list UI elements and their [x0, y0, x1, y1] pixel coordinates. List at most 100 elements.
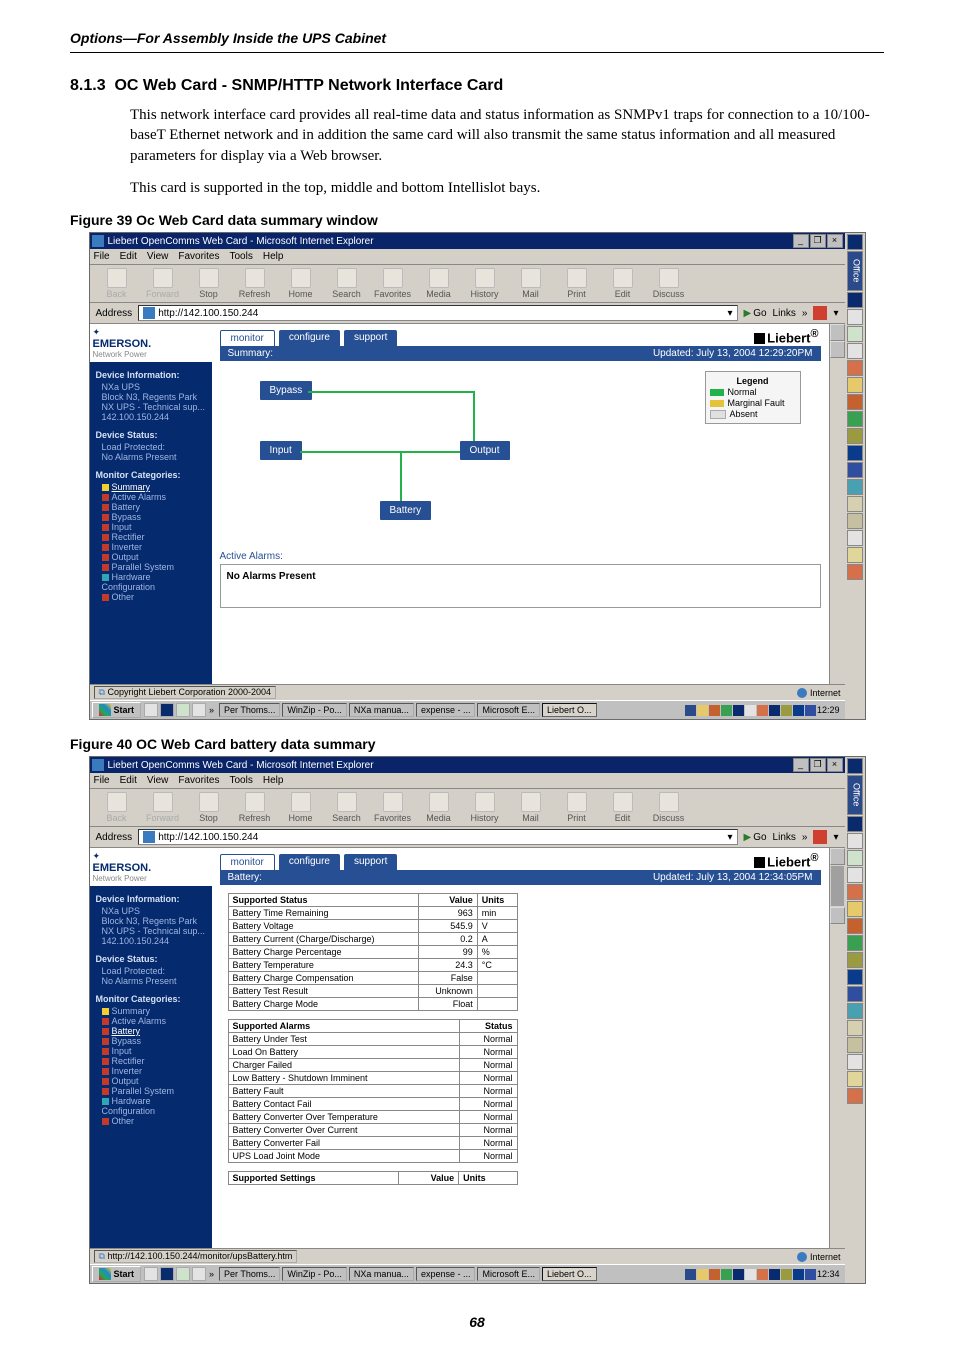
nav-line[interactable]: NX UPS - Technical sup... — [102, 926, 206, 936]
menubar[interactable]: File Edit View Favorites Tools Help — [90, 249, 845, 265]
office-shortcut-bar[interactable]: Office — [845, 757, 865, 1283]
menubar[interactable]: File Edit View Favorites Tools Help — [90, 773, 845, 789]
scrollbar[interactable] — [829, 848, 845, 1248]
block-battery[interactable]: Battery — [380, 501, 432, 520]
nav-line[interactable]: Load Protected: — [102, 442, 206, 452]
toolbar-history[interactable]: History — [464, 792, 506, 823]
tab-configure[interactable]: configure — [279, 330, 340, 346]
window-titlebar[interactable]: Liebert OpenComms Web Card - Microsoft I… — [90, 757, 845, 773]
go-button[interactable]: ▶Go — [744, 832, 767, 843]
toolbar-print[interactable]: Print — [556, 268, 598, 299]
system-tray[interactable]: 12:29 — [685, 705, 843, 716]
minimize-button[interactable]: _ — [793, 234, 809, 248]
maximize-button[interactable]: ❐ — [810, 234, 826, 248]
toolbar-discuss[interactable]: Discuss — [648, 268, 690, 299]
toolbar-edit[interactable]: Edit — [602, 268, 644, 299]
scroll-down[interactable] — [830, 341, 845, 358]
nav-line[interactable]: No Alarms Present — [102, 452, 206, 462]
toolbar-history[interactable]: History — [464, 268, 506, 299]
nav-item-bypass[interactable]: Bypass — [102, 1036, 206, 1046]
nav-item-other[interactable]: Other — [102, 1116, 206, 1126]
minimize-button[interactable]: _ — [793, 758, 809, 772]
links-label[interactable]: Links — [773, 832, 796, 843]
toolbar-refresh[interactable]: Refresh — [234, 268, 276, 299]
norton-icon[interactable] — [813, 830, 827, 844]
nav-item-parallel-system[interactable]: Parallel System — [102, 1086, 206, 1096]
menu-help[interactable]: Help — [263, 775, 284, 786]
nav-item-battery[interactable]: Battery — [102, 502, 206, 512]
nav-item-input[interactable]: Input — [102, 522, 206, 532]
toolbar-home[interactable]: Home — [280, 268, 322, 299]
nav-item-rectifier[interactable]: Rectifier — [102, 1056, 206, 1066]
toolbar-back[interactable]: Back — [96, 792, 138, 823]
toolbar-forward[interactable]: Forward — [142, 268, 184, 299]
menu-edit[interactable]: Edit — [120, 251, 137, 262]
task-item[interactable]: WinZip - Po... — [282, 1267, 347, 1281]
task-item[interactable]: Microsoft E... — [477, 703, 540, 717]
start-button[interactable]: Start — [92, 1266, 142, 1282]
toolbar-stop[interactable]: Stop — [188, 268, 230, 299]
menu-file[interactable]: File — [94, 775, 110, 786]
start-button[interactable]: Start — [92, 702, 142, 718]
nav-item-other[interactable]: Other — [102, 592, 206, 602]
toolbar-stop[interactable]: Stop — [188, 792, 230, 823]
nav-item-inverter[interactable]: Inverter — [102, 542, 206, 552]
nav-line[interactable]: NXa UPS — [102, 906, 206, 916]
norton-icon[interactable] — [813, 306, 827, 320]
menu-tools[interactable]: Tools — [229, 251, 252, 262]
toolbar-favorites[interactable]: Favorites — [372, 268, 414, 299]
maximize-button[interactable]: ❐ — [810, 758, 826, 772]
nav-item-output[interactable]: Output — [102, 552, 206, 562]
menu-tools[interactable]: Tools — [229, 775, 252, 786]
menu-help[interactable]: Help — [263, 251, 284, 262]
menu-view[interactable]: View — [147, 775, 169, 786]
nav-item-inverter[interactable]: Inverter — [102, 1066, 206, 1076]
scrollbar[interactable] — [829, 324, 845, 684]
nav-item-summary[interactable]: Summary — [102, 1006, 206, 1016]
nav-item-active-alarms[interactable]: Active Alarms — [102, 1016, 206, 1026]
nav-line[interactable]: No Alarms Present — [102, 976, 206, 986]
toolbar-refresh[interactable]: Refresh — [234, 792, 276, 823]
toolbar-search[interactable]: Search — [326, 268, 368, 299]
task-item[interactable]: Per Thoms... — [219, 1267, 280, 1281]
nav-item-summary[interactable]: Summary — [102, 482, 206, 492]
nav-item-active-alarms[interactable]: Active Alarms — [102, 492, 206, 502]
task-item[interactable]: Microsoft E... — [477, 1267, 540, 1281]
block-bypass[interactable]: Bypass — [260, 381, 313, 400]
nav-item-bypass[interactable]: Bypass — [102, 512, 206, 522]
toolbar-search[interactable]: Search — [326, 792, 368, 823]
system-tray[interactable]: 12:34 — [685, 1269, 843, 1280]
block-output[interactable]: Output — [460, 441, 510, 460]
tab-monitor[interactable]: monitor — [220, 330, 275, 346]
toolbar-mail[interactable]: Mail — [510, 268, 552, 299]
url-input[interactable]: http://142.100.150.244▾ — [138, 305, 737, 321]
task-item[interactable]: expense - ... — [416, 1267, 476, 1281]
toolbar-print[interactable]: Print — [556, 792, 598, 823]
task-item[interactable]: NXa manua... — [349, 1267, 414, 1281]
nav-line[interactable]: Block N3, Regents Park — [102, 392, 206, 402]
nav-item-input[interactable]: Input — [102, 1046, 206, 1056]
links-label[interactable]: Links — [773, 308, 796, 319]
nav-item-output[interactable]: Output — [102, 1076, 206, 1086]
close-button[interactable]: × — [827, 758, 843, 772]
menu-edit[interactable]: Edit — [120, 775, 137, 786]
task-item[interactable]: expense - ... — [416, 703, 476, 717]
tab-support[interactable]: support — [344, 330, 397, 346]
toolbar-home[interactable]: Home — [280, 792, 322, 823]
nav-line[interactable]: NXa UPS — [102, 382, 206, 392]
toolbar-media[interactable]: Media — [418, 792, 460, 823]
office-shortcut-bar[interactable]: Office — [845, 233, 865, 719]
task-item[interactable]: NXa manua... — [349, 703, 414, 717]
nav-line[interactable]: Load Protected: — [102, 966, 206, 976]
task-item[interactable]: WinZip - Po... — [282, 703, 347, 717]
scroll-thumb[interactable] — [831, 866, 844, 906]
nav-line[interactable]: NX UPS - Technical sup... — [102, 402, 206, 412]
toolbar-back[interactable]: Back — [96, 268, 138, 299]
tab-configure[interactable]: configure — [279, 854, 340, 870]
block-input[interactable]: Input — [260, 441, 302, 460]
toolbar-media[interactable]: Media — [418, 268, 460, 299]
toolbar-forward[interactable]: Forward — [142, 792, 184, 823]
scroll-up[interactable] — [830, 324, 845, 341]
close-button[interactable]: × — [827, 234, 843, 248]
quick-launch[interactable] — [144, 1267, 206, 1281]
